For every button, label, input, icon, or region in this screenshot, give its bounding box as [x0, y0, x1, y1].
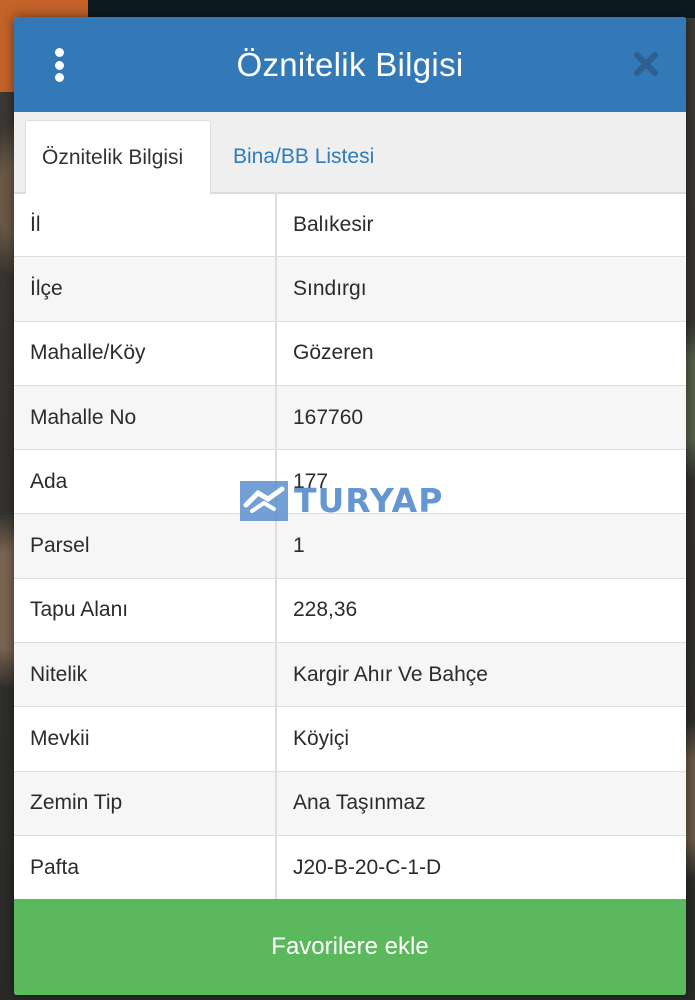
- attribute-key: Mevkii: [14, 707, 277, 771]
- tab-attribute-info[interactable]: Öznitelik Bilgisi: [25, 120, 211, 194]
- attribute-key: Mahalle/Köy: [14, 321, 277, 385]
- attribute-row: Tapu Alanı 228,36: [14, 578, 686, 644]
- attribute-row: Parsel 1: [14, 514, 686, 579]
- attribute-key: Tapu Alanı: [14, 578, 277, 643]
- attribute-key: Ada: [14, 450, 277, 514]
- attribute-key: Mahalle No: [14, 385, 277, 450]
- tab-bar: Öznitelik Bilgisi Bina/BB Listesi: [14, 112, 686, 194]
- attribute-key: İlçe: [14, 257, 277, 321]
- attribute-value: Sındırgı: [293, 276, 367, 300]
- attribute-table: İl Balıkesir İlçe Sındırgı Mahalle/Köy Gözere…: [14, 193, 686, 901]
- attribute-value: 167760: [293, 405, 364, 429]
- attribute-value: 228,36: [293, 598, 358, 622]
- attribute-row: Mahalle/Köy Gözeren: [14, 321, 686, 386]
- attribute-value: Gözeren: [293, 341, 374, 365]
- attribute-key: İl: [14, 193, 277, 257]
- attribute-key: Nitelik: [14, 643, 277, 707]
- attribute-info-dialog: Öznitelik Bilgisi Öznitelik Bilgisi Bina…: [14, 17, 686, 995]
- attribute-value: Balıkesir: [293, 212, 374, 236]
- close-icon[interactable]: [632, 50, 660, 78]
- attribute-key: Parsel: [14, 514, 277, 578]
- attribute-row: Mevkii Köyiçi: [14, 707, 686, 772]
- attribute-key: Pafta: [14, 835, 277, 900]
- attribute-value: J20-B-20-C-1-D: [293, 855, 442, 879]
- attribute-row: Pafta J20-B-20-C-1-D: [14, 835, 686, 901]
- attribute-value: 1: [293, 534, 305, 558]
- attribute-row: Nitelik Kargir Ahır Ve Bahçe: [14, 643, 686, 708]
- attribute-value: Köyiçi: [293, 727, 350, 751]
- attribute-row: İl Balıkesir: [14, 193, 686, 258]
- attribute-row: Zemin Tip Ana Taşınmaz: [14, 771, 686, 836]
- attribute-row: Mahalle No 167760: [14, 385, 686, 451]
- tab-building-list[interactable]: Bina/BB Listesi: [217, 120, 390, 194]
- add-favorites-button[interactable]: Favorilere ekle: [14, 899, 686, 995]
- attribute-value: Kargir Ahır Ve Bahçe: [293, 662, 488, 686]
- dialog-header: Öznitelik Bilgisi: [14, 17, 686, 112]
- attribute-value: Ana Taşınmaz: [293, 791, 426, 815]
- attribute-row: İlçe Sındırgı: [14, 257, 686, 322]
- attribute-row: Ada 177: [14, 450, 686, 515]
- dialog-title: Öznitelik Bilgisi: [236, 45, 464, 83]
- backdrop-dark-bar: [88, 0, 695, 18]
- attribute-key: Zemin Tip: [14, 771, 277, 835]
- attribute-value: 177: [293, 469, 329, 493]
- vertical-dots-icon[interactable]: [52, 48, 66, 82]
